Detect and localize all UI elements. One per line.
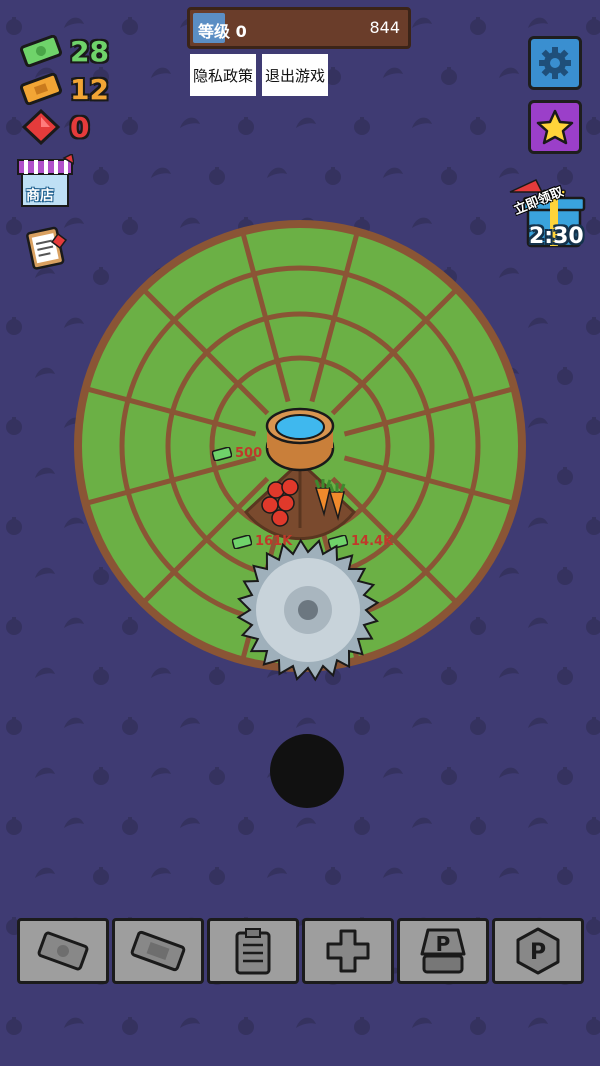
parking-icon: P [420,928,466,974]
joystick[interactable] [270,734,344,808]
bottom-toolbar: P P [15,918,585,988]
clipboard-icon [235,928,271,975]
plus-icon [326,929,370,973]
parking-badge-button[interactable]: P [492,918,584,984]
well-water [275,414,325,440]
tomato-crop [281,478,299,496]
farm-field [74,220,526,672]
tomato-crop [271,509,289,527]
money-tag-500: 500 [212,446,262,461]
ticket-icon [130,930,186,972]
add-button[interactable] [302,918,394,984]
money-tag-value: 500 [235,446,263,461]
svg-text:P: P [530,940,546,965]
cash-icon [37,931,89,971]
parking-badge-icon: P [516,927,560,975]
cash-icon [212,446,232,461]
tasks-list-button[interactable] [207,918,299,984]
saw-blade[interactable] [236,538,380,682]
parking-sign-button[interactable]: P [397,918,489,984]
ticket-upgrade-button[interactable] [112,918,204,984]
svg-text:P: P [436,932,451,956]
tomato-crop [277,494,295,512]
cash-upgrade-button[interactable] [17,918,109,984]
